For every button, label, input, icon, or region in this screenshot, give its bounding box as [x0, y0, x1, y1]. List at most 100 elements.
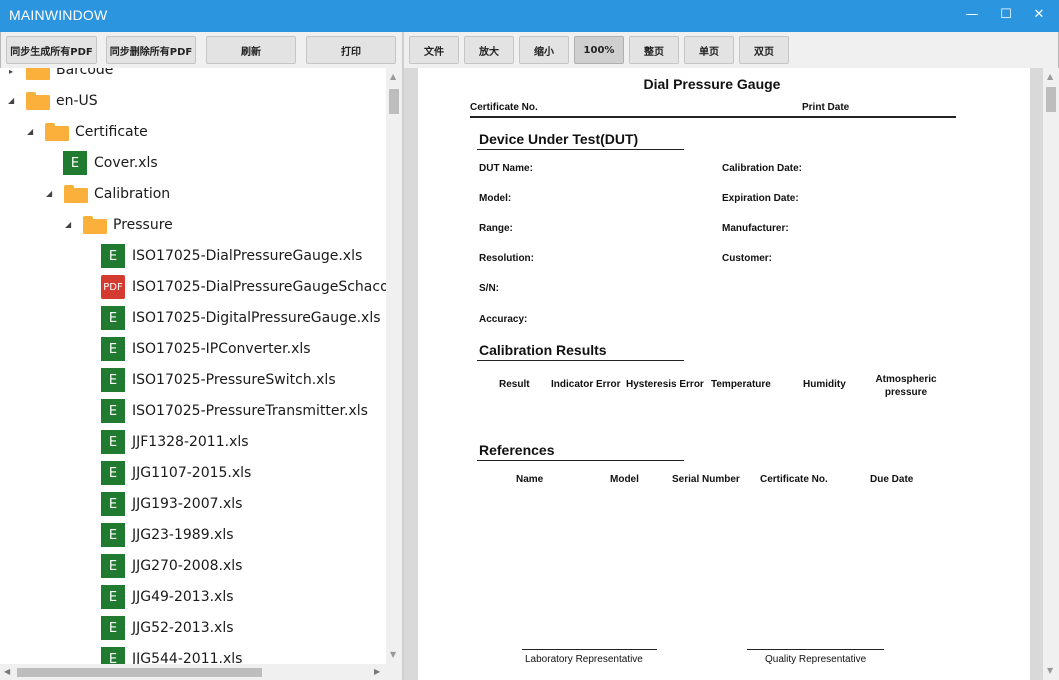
tree-item-label: Pressure — [113, 217, 173, 233]
file-tree: ▸ Barcode ◢ en-US ◢ Certificate E Cover.… — [0, 68, 386, 664]
excel-file-icon: E — [101, 616, 125, 640]
tree-item-label: ISO17025-DigitalPressureGauge.xls — [132, 310, 381, 326]
tree-item-label: Certificate — [75, 124, 148, 140]
double-page-button[interactable]: 双页 — [739, 36, 789, 64]
maximize-button[interactable]: ☐ — [995, 4, 1017, 26]
excel-file-icon: E — [101, 368, 125, 392]
expanded-arrow-icon[interactable]: ◢ — [46, 189, 52, 198]
scroll-thumb[interactable] — [1046, 87, 1056, 112]
excel-file-icon: E — [101, 554, 125, 578]
excel-file-icon: E — [101, 461, 125, 485]
dut-field-label: DUT Name: — [479, 163, 533, 174]
tree-item-label: JJG1107-2015.xls — [132, 465, 252, 481]
refresh-button[interactable]: 刷新 — [206, 36, 296, 64]
scroll-right-arrow-icon[interactable]: ▶ — [374, 667, 380, 676]
tree-item-label: Barcode — [56, 68, 114, 78]
scroll-up-arrow-icon[interactable]: ▲ — [390, 72, 396, 81]
section-underline — [477, 460, 684, 461]
scroll-down-arrow-icon[interactable]: ▼ — [1047, 666, 1053, 675]
expanded-arrow-icon[interactable]: ◢ — [27, 127, 33, 136]
signature-label: Quality Representative — [765, 654, 867, 665]
minimize-button[interactable]: — — [961, 4, 983, 26]
tree-item-label: JJG49-2013.xls — [132, 589, 234, 605]
results-column-header: Hysteresis Error — [626, 379, 704, 390]
document-title: Dial Pressure Gauge — [643, 76, 781, 92]
excel-file-icon: E — [101, 523, 125, 547]
excel-file-icon: E — [101, 430, 125, 454]
dut-field-label: Model: — [479, 193, 512, 204]
zoom-100-button[interactable]: 100% — [574, 36, 624, 64]
tree-item-label: JJG193-2007.xls — [132, 496, 243, 512]
zoom-out-button[interactable]: 缩小 — [519, 36, 569, 64]
references-column-header: Due Date — [870, 474, 914, 485]
fit-page-button[interactable]: 整页 — [629, 36, 679, 64]
folder-icon — [64, 185, 88, 203]
tree-item-label: JJF1328-2011.xls — [132, 434, 249, 450]
print-date-label: Print Date — [802, 102, 850, 113]
expanded-arrow-icon[interactable]: ◢ — [8, 96, 14, 105]
folder-icon — [45, 123, 69, 141]
excel-file-icon: E — [101, 244, 125, 268]
signature-label: Laboratory Representative — [525, 654, 643, 665]
tree-horizontal-scrollbar[interactable]: ◀ ▶ — [0, 664, 386, 680]
dut-field-label: Expiration Date: — [722, 193, 799, 204]
tree-vertical-scrollbar[interactable]: ▲ ▼ — [386, 68, 402, 664]
references-column-header: Name — [516, 474, 544, 485]
dut-field-label: Range: — [479, 223, 513, 234]
dut-section-heading: Device Under Test(DUT) — [479, 131, 639, 147]
preview-vertical-scrollbar[interactable]: ▲ ▼ — [1043, 68, 1059, 680]
close-button[interactable]: ✕ — [1028, 4, 1050, 26]
scroll-down-arrow-icon[interactable]: ▼ — [390, 650, 396, 659]
excel-file-icon: E — [101, 337, 125, 361]
zoom-in-button[interactable]: 放大 — [464, 36, 514, 64]
scroll-left-arrow-icon[interactable]: ◀ — [4, 667, 10, 676]
sync-delete-pdf-button[interactable]: 同步删除所有PDF — [106, 36, 196, 64]
tree-item-label: JJG544-2011.xls — [132, 651, 243, 664]
single-page-button[interactable]: 单页 — [684, 36, 734, 64]
signature-line — [522, 649, 657, 650]
tree-item-label: ISO17025-DialPressureGauge.xls — [132, 248, 363, 264]
sync-generate-pdf-button[interactable]: 同步生成所有PDF — [6, 36, 97, 64]
expanded-arrow-icon[interactable]: ◢ — [65, 220, 71, 229]
excel-file-icon: E — [101, 306, 125, 330]
folder-icon — [26, 68, 50, 80]
dut-field-label: Resolution: — [479, 253, 534, 264]
excel-file-icon: E — [101, 492, 125, 516]
tree-item-label: JJG270-2008.xls — [132, 558, 243, 574]
title-bar: MAINWINDOW — ☐ ✕ — [0, 0, 1059, 32]
scroll-up-arrow-icon[interactable]: ▲ — [1047, 72, 1053, 81]
dut-field-label: Accuracy: — [479, 314, 528, 325]
folder-icon — [26, 92, 50, 110]
results-column-header: Result — [499, 379, 530, 390]
references-section-heading: References — [479, 442, 555, 458]
section-underline — [477, 360, 684, 361]
dut-field-label: Customer: — [722, 253, 773, 264]
tree-item-label: ISO17025-DialPressureGaugeSchacoP — [132, 279, 386, 295]
results-column-header: Atmospheric pressure — [875, 374, 937, 398]
tree-item-label: ISO17025-IPConverter.xls — [132, 341, 311, 357]
tree-item-label: ISO17025-PressureTransmitter.xls — [132, 403, 368, 419]
references-column-header: Certificate No. — [760, 474, 828, 485]
scroll-corner — [386, 664, 402, 680]
tree-item-label: en-US — [56, 93, 98, 109]
scroll-thumb[interactable] — [389, 89, 399, 114]
scroll-thumb[interactable] — [17, 668, 262, 677]
collapsed-arrow-icon[interactable]: ▸ — [9, 68, 13, 76]
certificate-no-label: Certificate No. — [470, 102, 538, 113]
print-button[interactable]: 打印 — [306, 36, 396, 64]
folder-icon — [83, 216, 107, 234]
tree-item-label: JJG23-1989.xls — [132, 527, 234, 543]
window-title: MAINWINDOW — [9, 7, 108, 23]
document-page: Dial Pressure Gauge Certificate No. Prin… — [418, 68, 1030, 680]
results-column-header: Humidity — [803, 379, 846, 390]
tree-item-label: Cover.xls — [94, 155, 158, 171]
signature-line — [747, 649, 884, 650]
excel-file-icon: E — [101, 585, 125, 609]
excel-file-icon: E — [101, 647, 125, 664]
references-column-header: Model — [610, 474, 639, 485]
dut-field-label: Manufacturer: — [722, 223, 789, 234]
dut-field-label: S/N: — [479, 283, 499, 294]
file-button[interactable]: 文件 — [409, 36, 459, 64]
tree-item-label: JJG52-2013.xls — [132, 620, 234, 636]
dut-field-label: Calibration Date: — [722, 163, 803, 174]
